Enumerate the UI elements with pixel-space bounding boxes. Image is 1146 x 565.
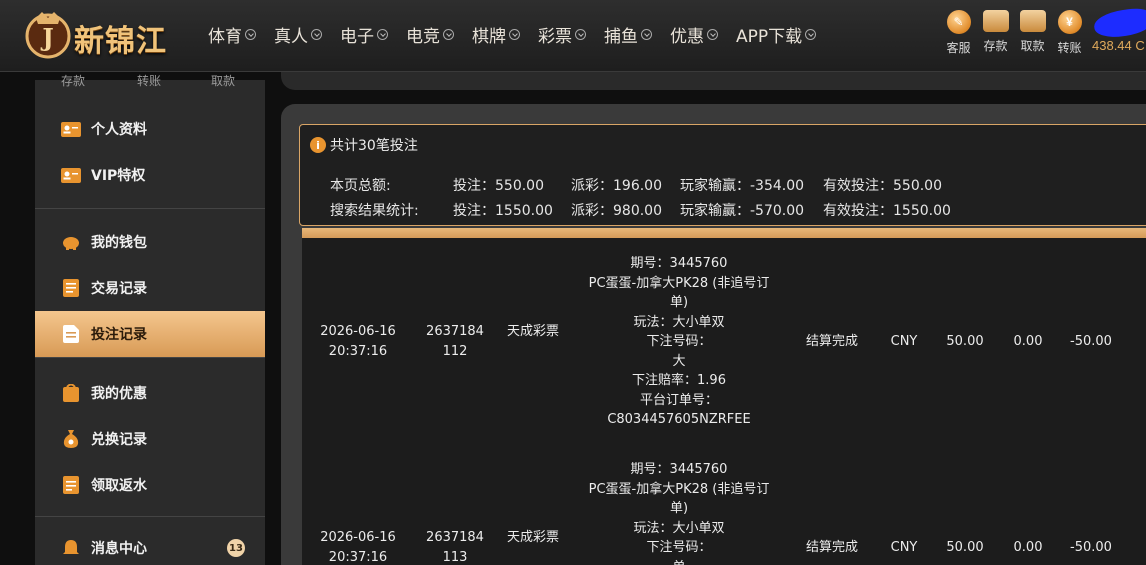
svg-text:J: J: [40, 23, 53, 52]
sidebar-item-exchange[interactable]: 兑换记录: [35, 416, 265, 462]
unread-badge: 13: [227, 539, 245, 557]
chevron-down-icon: [311, 28, 322, 40]
deposit-button[interactable]: 存款: [977, 10, 1014, 56]
sidebar-group-messages: 消息中心 13: [35, 517, 265, 565]
summary-search-bet: 投注：1550.00: [453, 203, 553, 219]
header-tools: ✎ 客服 存款 取款 ¥ 转账: [940, 10, 1088, 56]
chevron-down-icon: [245, 28, 256, 40]
transfer-coin-icon: ¥: [1057, 10, 1082, 34]
cell-detail: 期号：3445760 PC蛋蛋-加拿大PK28 (非追号订 单) 玩法：大小单双…: [588, 462, 770, 565]
sidebar-item-bet-records[interactable]: 投注记录: [35, 311, 265, 357]
cell-bet: 50.00: [946, 540, 984, 555]
summary-page-valid: 有效投注：550.00: [823, 178, 942, 194]
cell-time: 2026-06-16 20:37:16: [320, 324, 396, 359]
bet-records-table: 2026-06-16 20:37:16 2637184 112 天成彩票 期号：…: [302, 238, 1146, 565]
customer-service-icon: ✎: [946, 10, 971, 34]
account-sidebar: 存款 转账 取款 个人资料 VIP特权 我的钱包 交易记录 投注记录 我的优惠 …: [35, 74, 265, 565]
logo-text: 新锦江: [74, 24, 167, 59]
nav-cards[interactable]: 棋牌: [472, 22, 520, 47]
site-logo[interactable]: J 新锦江: [20, 6, 185, 62]
sidebar-item-profile[interactable]: 个人资料: [35, 106, 265, 152]
cell-payout: 0.00: [1013, 334, 1043, 349]
sidebar-item-vip[interactable]: VIP特权: [35, 152, 265, 198]
nav-sports[interactable]: 体育: [208, 22, 256, 47]
transaction-list-icon: [61, 279, 81, 297]
chevron-down-icon: [575, 28, 586, 40]
cell-order-id: 2637184 113: [426, 530, 484, 565]
cell-platform: 天成彩票: [507, 530, 560, 545]
sidebar-item-rebate[interactable]: 领取返水: [35, 462, 265, 508]
nav-live[interactable]: 真人: [274, 22, 322, 47]
chevron-down-icon: [443, 28, 454, 40]
nav-esports[interactable]: 电竞: [406, 22, 454, 47]
cell-winloss: -50.00: [1070, 540, 1112, 555]
chevron-down-icon: [377, 28, 388, 40]
nav-app-download[interactable]: APP下载: [736, 22, 817, 47]
top-header: J 新锦江 体育 真人 电子 电竞 棋牌 彩票 捕鱼 优惠 APP下载 ✎ 客服…: [0, 0, 1146, 72]
cell-winloss: -50.00: [1070, 334, 1112, 349]
summary-title: i 共计30笔投注: [310, 135, 418, 155]
cell-status: 结算完成: [805, 334, 858, 349]
table-row[interactable]: 2026-06-16 20:37:16 2637184 112 天成彩票 期号：…: [302, 238, 1146, 444]
cell-time: 2026-06-16 20:37:16: [320, 530, 396, 565]
sidebar-item-messages[interactable]: 消息中心 13: [35, 525, 265, 565]
sidebar-top-cut: 存款 转账 取款: [61, 74, 236, 88]
user-avatar[interactable]: [1092, 5, 1146, 41]
chevron-down-icon: [509, 28, 520, 40]
sidebar-group-wallet: 我的钱包 交易记录 投注记录: [35, 209, 265, 358]
chevron-down-icon: [707, 28, 718, 40]
vip-card-icon: [61, 166, 81, 184]
nav-promotions[interactable]: 优惠: [670, 22, 718, 47]
table-row[interactable]: 2026-06-16 20:37:16 2637184 113 天成彩票 期号：…: [302, 444, 1146, 565]
chevron-down-icon: [641, 28, 652, 40]
content-top-strip: [281, 72, 1146, 90]
sidebar-item-promotions[interactable]: 我的优惠: [35, 370, 265, 416]
piggy-bank-icon: [61, 233, 81, 251]
sidebar-group-profile: 个人资料 VIP特权: [35, 86, 265, 209]
cell-payout: 0.00: [1013, 540, 1043, 555]
bell-icon: [61, 539, 81, 557]
sidebar-item-wallet[interactable]: 我的钱包: [35, 219, 265, 265]
profile-card-icon: [61, 120, 81, 138]
summary-page-winloss: 玩家输赢：-354.00: [680, 178, 805, 194]
money-bag-icon: [61, 430, 81, 448]
transfer-button[interactable]: ¥ 转账: [1051, 10, 1088, 56]
summary-page-payout: 派彩：196.00: [571, 178, 662, 194]
nav-slots[interactable]: 电子: [340, 22, 388, 47]
withdraw-card-icon: [1019, 10, 1046, 32]
cell-status: 结算完成: [805, 540, 858, 555]
rebate-icon: [61, 476, 81, 494]
summary-search-payout: 派彩：980.00: [571, 203, 662, 219]
promo-bag-icon: [61, 384, 81, 402]
sidebar-group-promo: 我的优惠 兑换记录 领取返水: [35, 358, 265, 517]
bet-summary-box: i 共计30笔投注 本页总额: 投注：550.00 派彩：196.00 玩家输赢…: [299, 124, 1146, 226]
cell-currency: CNY: [890, 334, 918, 349]
withdraw-button[interactable]: 取款: [1014, 10, 1051, 56]
summary-page-bet: 投注：550.00: [453, 178, 544, 194]
summary-search-label: 搜索结果统计:: [330, 203, 419, 219]
summary-search-winloss: 玩家输赢：-570.00: [680, 203, 805, 219]
summary-page-label: 本页总额:: [330, 178, 391, 194]
sidebar-item-transactions[interactable]: 交易记录: [35, 265, 265, 311]
nav-lottery[interactable]: 彩票: [538, 22, 586, 47]
balance-display: 438.44 C: [1092, 38, 1145, 53]
summary-search-valid: 有效投注：1550.00: [823, 203, 951, 219]
cell-detail: 期号：3445760 PC蛋蛋-加拿大PK28 (非追号订 单) 玩法：大小单双…: [588, 256, 770, 427]
logo-badge-icon: J: [25, 12, 71, 59]
chevron-down-icon: [805, 28, 817, 40]
table-header: [302, 228, 1146, 238]
cell-platform: 天成彩票: [507, 324, 560, 339]
nav-fishing[interactable]: 捕鱼: [604, 22, 652, 47]
info-icon: i: [310, 137, 326, 153]
cell-bet: 50.00: [946, 334, 984, 349]
main-nav: 体育 真人 电子 电竞 棋牌 彩票 捕鱼 优惠 APP下载: [208, 22, 834, 47]
cell-currency: CNY: [890, 540, 918, 555]
bet-record-icon: [61, 325, 81, 343]
customer-service-button[interactable]: ✎ 客服: [940, 10, 977, 56]
deposit-wallet-icon: [982, 10, 1009, 32]
cell-order-id: 2637184 112: [426, 324, 484, 359]
